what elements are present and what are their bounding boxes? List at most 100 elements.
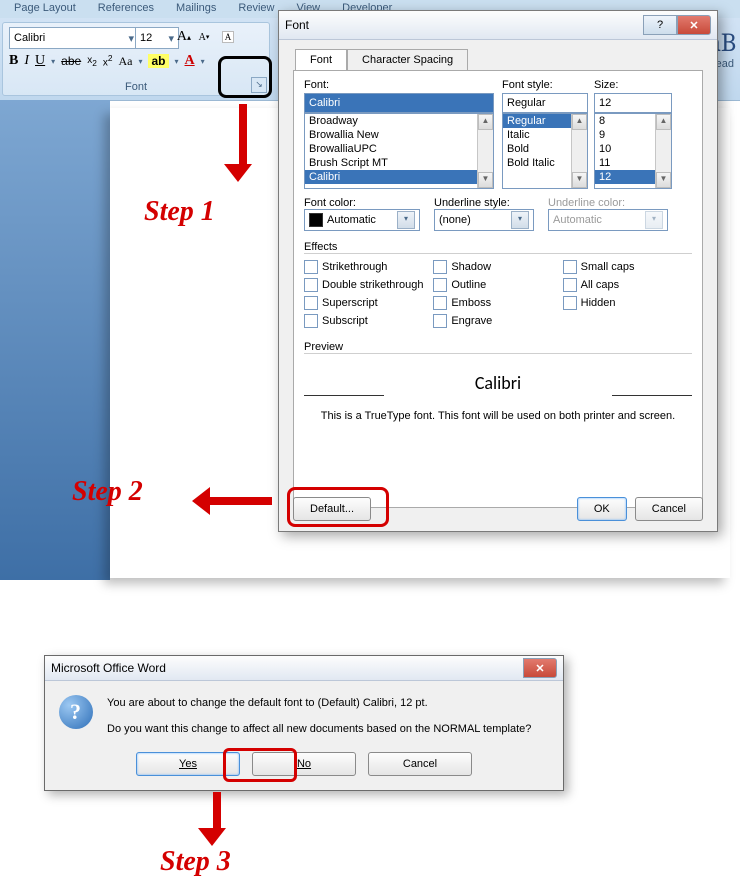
clear-formatting-button[interactable]: A	[217, 28, 239, 46]
tab-mailings[interactable]: Mailings	[172, 0, 220, 18]
small-caps-checkbox[interactable]: Small caps	[563, 260, 692, 274]
scrollbar[interactable]: ▲▼	[571, 114, 587, 188]
emboss-checkbox[interactable]: Emboss	[433, 296, 562, 310]
strikethrough-button[interactable]: abe	[61, 54, 81, 68]
scrollbar[interactable]: ▲▼	[477, 114, 493, 188]
style-label: Font style:	[502, 79, 588, 91]
tab-references[interactable]: References	[94, 0, 158, 18]
font-color-button[interactable]: A	[185, 53, 195, 69]
shrink-font-button[interactable]: A▾	[195, 28, 213, 46]
font-size-combo[interactable]: 12▾	[135, 27, 179, 49]
msgbox-text: You are about to change the default font…	[107, 695, 531, 738]
double-strikethrough-checkbox[interactable]: Double strikethrough	[304, 278, 433, 292]
hidden-checkbox[interactable]: Hidden	[563, 296, 692, 310]
list-item[interactable]: Calibri	[305, 170, 493, 184]
preview-box: Calibri	[304, 360, 692, 406]
font-input[interactable]: Calibri	[304, 93, 494, 113]
close-button[interactable]: ✕	[677, 15, 711, 35]
scroll-up-icon[interactable]: ▲	[572, 114, 587, 130]
list-item[interactable]: Brush Script MT	[305, 156, 493, 170]
chevron-down-icon[interactable]: ▾	[51, 57, 55, 66]
dialog-titlebar[interactable]: Font ? ✕	[279, 11, 717, 40]
list-item[interactable]: Browallia New	[305, 128, 493, 142]
size-input[interactable]: 12	[594, 93, 672, 113]
engrave-checkbox[interactable]: Engrave	[433, 314, 562, 328]
scroll-up-icon[interactable]: ▲	[478, 114, 493, 130]
size-listbox[interactable]: 8 9 10 11 12 ▲▼	[594, 113, 672, 189]
chevron-down-icon: ▾	[128, 32, 134, 45]
doc-gutter	[0, 100, 110, 580]
scrollbar[interactable]: ▲▼	[655, 114, 671, 188]
question-icon	[59, 695, 93, 729]
chevron-down-icon: ▾	[397, 211, 415, 229]
arrow-icon	[234, 104, 252, 182]
font-dialog: Font ? ✕ Font Character Spacing Font: Ca…	[278, 10, 718, 532]
yes-callout	[223, 748, 297, 782]
scroll-down-icon[interactable]: ▼	[478, 172, 493, 188]
outline-checkbox[interactable]: Outline	[433, 278, 562, 292]
shadow-checkbox[interactable]: Shadow	[433, 260, 562, 274]
subscript-checkbox[interactable]: Subscript	[304, 314, 433, 328]
underline-color-label: Underline color:	[548, 197, 668, 209]
superscript-checkbox[interactable]: Superscript	[304, 296, 433, 310]
scroll-up-icon[interactable]: ▲	[656, 114, 671, 130]
tab-panel: Font: Calibri Broadway Browallia New Bro…	[293, 70, 703, 508]
msgbox-title: Microsoft Office Word	[51, 661, 166, 675]
step1-label: Step 1	[144, 196, 215, 228]
subscript-button[interactable]: x2	[87, 55, 97, 68]
tab-page-layout[interactable]: Page Layout	[10, 0, 80, 18]
underline-color-value: Automatic	[553, 214, 602, 226]
preview-sample: Calibri	[475, 372, 521, 394]
chevron-down-icon: ▾	[511, 211, 529, 229]
launcher-callout	[218, 56, 272, 98]
scroll-down-icon[interactable]: ▼	[656, 172, 671, 188]
dialog-title: Font	[285, 18, 309, 32]
confirm-dialog: Microsoft Office Word ✕ You are about to…	[44, 655, 564, 791]
font-label: Font:	[304, 79, 494, 91]
tab-review[interactable]: Review	[234, 0, 278, 18]
underline-button[interactable]: U	[35, 53, 45, 69]
step2-label: Step 2	[72, 476, 143, 508]
underline-style-value: (none)	[439, 214, 471, 226]
chevron-down-icon: ▾	[645, 211, 663, 229]
italic-button[interactable]: I	[24, 53, 29, 69]
list-item[interactable]: BrowalliaUPC	[305, 142, 493, 156]
preview-note: This is a TrueType font. This font will …	[304, 410, 692, 422]
cancel-button[interactable]: Cancel	[368, 752, 472, 776]
close-button[interactable]: ✕	[523, 658, 557, 678]
font-color-dropdown[interactable]: Automatic▾	[304, 209, 420, 231]
chevron-down-icon[interactable]: ▾	[138, 57, 142, 66]
tab-font[interactable]: Font	[295, 49, 347, 71]
underline-style-dropdown[interactable]: (none) ▾	[434, 209, 534, 231]
all-caps-checkbox[interactable]: All caps	[563, 278, 692, 292]
preview-header: Preview	[304, 341, 692, 354]
underline-color-dropdown: Automatic ▾	[548, 209, 668, 231]
scroll-down-icon[interactable]: ▼	[572, 172, 587, 188]
chevron-down-icon: ▾	[168, 32, 174, 45]
arrow-icon	[192, 487, 272, 515]
style-listbox[interactable]: Regular Italic Bold Bold Italic ▲▼	[502, 113, 588, 189]
superscript-button[interactable]: x2	[103, 53, 113, 68]
font-name-value: Calibri	[14, 32, 45, 44]
grow-font-button[interactable]: A▴	[175, 28, 193, 46]
ok-button[interactable]: OK	[577, 497, 627, 521]
size-label: Size:	[594, 79, 672, 91]
font-name-combo[interactable]: Calibri ▾	[9, 27, 139, 49]
default-callout	[287, 487, 389, 527]
msgbox-titlebar[interactable]: Microsoft Office Word ✕	[45, 656, 563, 681]
cancel-button[interactable]: Cancel	[635, 497, 703, 521]
underline-style-label: Underline style:	[434, 197, 534, 209]
font-listbox[interactable]: Broadway Browallia New BrowalliaUPC Brus…	[304, 113, 494, 189]
strikethrough-checkbox[interactable]: Strikethrough	[304, 260, 433, 274]
tab-character-spacing[interactable]: Character Spacing	[347, 49, 468, 71]
bold-button[interactable]: B	[9, 53, 18, 69]
highlight-button[interactable]: ab	[148, 54, 168, 68]
style-input[interactable]: Regular	[502, 93, 588, 113]
effects-header: Effects	[304, 241, 692, 254]
chevron-down-icon[interactable]: ▾	[201, 57, 205, 66]
list-item[interactable]: Broadway	[305, 114, 493, 128]
help-button[interactable]: ?	[643, 15, 677, 35]
chevron-down-icon[interactable]: ▾	[175, 57, 179, 66]
font-color-label: Font color:	[304, 197, 420, 209]
change-case-button[interactable]: Aa	[118, 54, 132, 69]
